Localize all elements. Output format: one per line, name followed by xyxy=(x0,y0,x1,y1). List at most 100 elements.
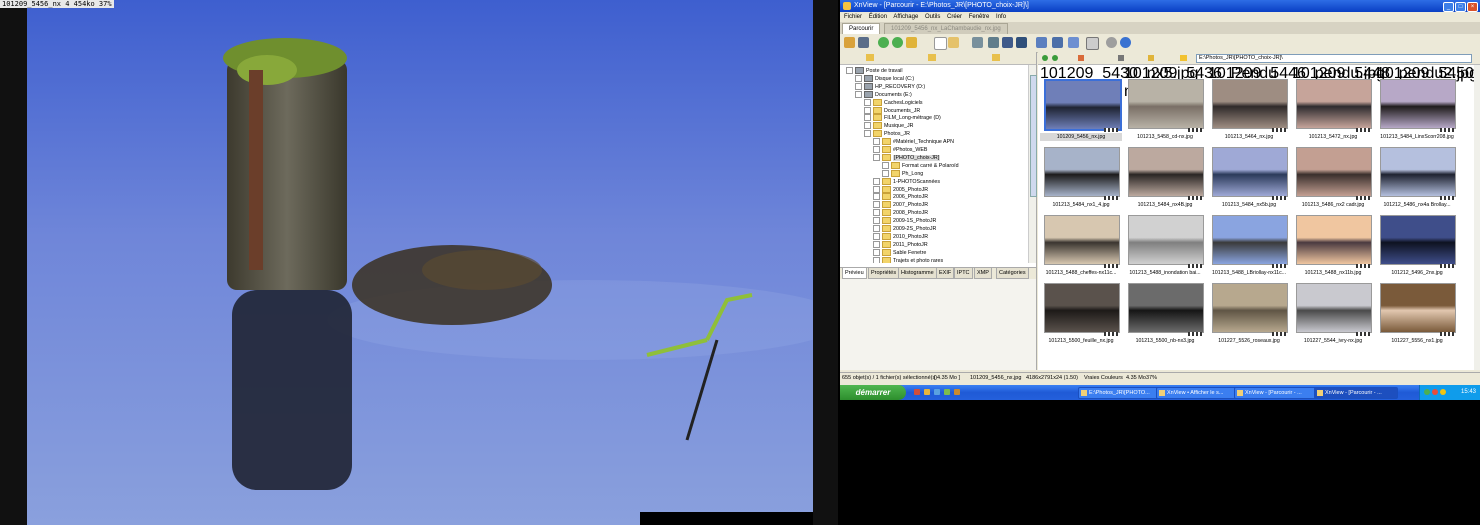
tree-scrollbar-thumb[interactable] xyxy=(1030,75,1037,197)
address-field[interactable]: E:\Photos_JR\[PHOTO_choix-JR]\ xyxy=(1196,54,1472,63)
menu-outils[interactable]: Outils xyxy=(925,14,940,20)
tree-node[interactable]: 1-PHOTOScannées xyxy=(873,177,940,186)
tree-node[interactable]: 2007_PhotoJR xyxy=(873,201,928,209)
tray-icon[interactable] xyxy=(1424,389,1430,395)
thumbnail-item[interactable]: 101213_5458_cd-nx.jpg xyxy=(1124,75,1206,143)
browse-icon[interactable] xyxy=(844,37,855,48)
tree-node[interactable]: Documents_JR xyxy=(864,106,920,115)
start-button[interactable]: démarrer xyxy=(840,385,906,400)
star-icon[interactable] xyxy=(1180,55,1187,61)
tree-node[interactable]: Trajets et photo rares xyxy=(873,256,943,263)
task-xnview-2[interactable]: XnView - [Parcourir - ... xyxy=(1234,387,1318,399)
tab-exif[interactable]: EXIF xyxy=(936,268,955,279)
tree-node[interactable]: Documents (E:) xyxy=(855,90,912,99)
thumbnail-image[interactable] xyxy=(1296,147,1372,197)
expand-icon[interactable] xyxy=(873,217,880,225)
fullscreen-icon[interactable] xyxy=(858,37,869,48)
tree-node[interactable]: #Matériel_Technique APN xyxy=(873,138,954,146)
expand-icon[interactable] xyxy=(855,82,862,90)
tree-node[interactable]: Ph_Long xyxy=(882,169,923,178)
thumbnail-image[interactable] xyxy=(1044,79,1122,131)
thumbnail-image[interactable] xyxy=(1212,283,1288,333)
expand-icon[interactable] xyxy=(873,177,880,185)
expand-icon[interactable] xyxy=(873,232,880,240)
view-mode-icon[interactable] xyxy=(1118,55,1124,61)
grid-icon[interactable] xyxy=(1086,37,1099,50)
thumbnail-item[interactable]: 101213_5488_LBriollay-nx11c... xyxy=(1208,211,1290,279)
expand-icon[interactable] xyxy=(873,225,880,233)
convert-icon[interactable] xyxy=(1016,37,1027,48)
folders-icon[interactable] xyxy=(992,54,1000,61)
thumbnail-image[interactable] xyxy=(1128,147,1204,197)
tree-node[interactable]: Poste de travail xyxy=(846,67,903,75)
thumbnail-item[interactable]: 101213_5484_nx4B.jpg xyxy=(1124,143,1206,211)
expand-icon[interactable] xyxy=(882,161,889,169)
folder-icon[interactable] xyxy=(906,37,917,48)
sort-icon[interactable] xyxy=(1148,55,1154,61)
back-icon[interactable] xyxy=(1042,55,1048,61)
tree-node[interactable]: CachesLogiciels xyxy=(864,98,923,107)
favorites-icon[interactable] xyxy=(866,54,874,61)
thumbnail-item[interactable]: 101213_5484_LinxScorr208.jpg xyxy=(1376,75,1458,143)
thumbnail-item[interactable]: 101213_5488_cheffes-nx11c... xyxy=(1040,211,1122,279)
thumbnail-item[interactable]: 101213_5464_nx.jpg xyxy=(1208,75,1290,143)
categories-icon[interactable] xyxy=(928,54,936,61)
tree-node[interactable]: Photos_JR xyxy=(864,130,910,138)
tab-parcourir[interactable]: Parcourir xyxy=(842,23,881,34)
info-icon[interactable] xyxy=(1120,37,1131,48)
expand-icon[interactable] xyxy=(873,209,880,217)
quicklaunch-icon[interactable] xyxy=(924,389,930,395)
photo-canvas[interactable] xyxy=(27,0,813,525)
clock[interactable]: 15:43 xyxy=(1461,385,1476,400)
thumbnail-item[interactable]: 101213_5472_nx.jpg xyxy=(1292,75,1374,143)
expand-icon[interactable] xyxy=(873,193,880,201)
menu-creer[interactable]: Créer xyxy=(947,14,962,20)
thumbnail-image[interactable] xyxy=(1296,79,1372,129)
tray-icon[interactable] xyxy=(1440,389,1446,395)
menu-fenetre[interactable]: Fenêtre xyxy=(969,14,990,20)
expand-icon[interactable] xyxy=(873,146,880,154)
tree-node[interactable]: 2006_PhotoJR xyxy=(873,193,928,201)
refresh-icon[interactable] xyxy=(878,37,889,48)
screen-icon[interactable] xyxy=(1052,37,1063,48)
forward-icon[interactable] xyxy=(1052,55,1058,61)
tree-node[interactable]: [PHOTO_choix-JR] xyxy=(873,153,941,162)
thumbnail-item[interactable]: 101213_5486_nx2 cadr.jpg xyxy=(1292,143,1374,211)
expand-icon[interactable] xyxy=(864,106,871,114)
thumbnail-image[interactable] xyxy=(1044,147,1120,197)
expand-icon[interactable] xyxy=(864,114,871,122)
quicklaunch-icon[interactable] xyxy=(934,389,940,395)
filter-icon[interactable] xyxy=(1078,55,1084,61)
thumbnail-image[interactable] xyxy=(1044,215,1120,265)
title-bar[interactable]: XnView - [Parcourir - E:\Photos_JR\[PHOT… xyxy=(840,0,1480,12)
tree-node[interactable]: Disque local (C:) xyxy=(855,74,914,83)
thumbnail-image[interactable] xyxy=(1128,79,1204,129)
expand-icon[interactable] xyxy=(864,98,871,106)
menu-info[interactable]: Info xyxy=(996,14,1006,20)
thumbnail-image[interactable] xyxy=(1296,283,1372,333)
thumbnail-item[interactable]: 101213_5488_inondation bai... xyxy=(1124,211,1206,279)
maximize-button[interactable]: □ xyxy=(1455,2,1466,12)
thumbnail-image[interactable] xyxy=(1212,79,1288,129)
tab-image[interactable]: 101209_5456_nx_LaChambaudie_nx.jpg xyxy=(884,23,1008,34)
expand-icon[interactable] xyxy=(864,130,871,138)
expand-icon[interactable] xyxy=(873,201,880,209)
expand-icon[interactable] xyxy=(873,153,880,161)
tree-node[interactable]: Format carré & Polaroïd xyxy=(882,161,959,170)
quicklaunch-icon[interactable] xyxy=(944,389,950,395)
tree-node[interactable]: 2005_PhotoJR xyxy=(873,185,928,194)
menu-affichage[interactable]: Affichage xyxy=(893,14,918,20)
copy-icon[interactable] xyxy=(934,37,947,50)
minimize-button[interactable]: _ xyxy=(1443,2,1454,12)
thumbnail-image[interactable] xyxy=(1128,283,1204,333)
menu-fichier[interactable]: Fichier xyxy=(844,14,862,20)
tree-node[interactable]: #Photos_WEB xyxy=(873,146,927,154)
web-icon[interactable] xyxy=(1068,37,1079,48)
gear-icon[interactable] xyxy=(1106,37,1117,48)
expand-icon[interactable] xyxy=(846,67,853,75)
expand-icon[interactable] xyxy=(855,74,862,82)
task-explorer[interactable]: E:\Photos_JR\[PHOTO... xyxy=(1078,387,1162,399)
thumbnail-item[interactable]: 101227_5526_roseaux.jpg xyxy=(1208,279,1290,347)
thumbnail-image[interactable] xyxy=(1380,147,1456,197)
thumbnail-item[interactable]: 101213_5484_nx5b.jpg xyxy=(1208,143,1290,211)
